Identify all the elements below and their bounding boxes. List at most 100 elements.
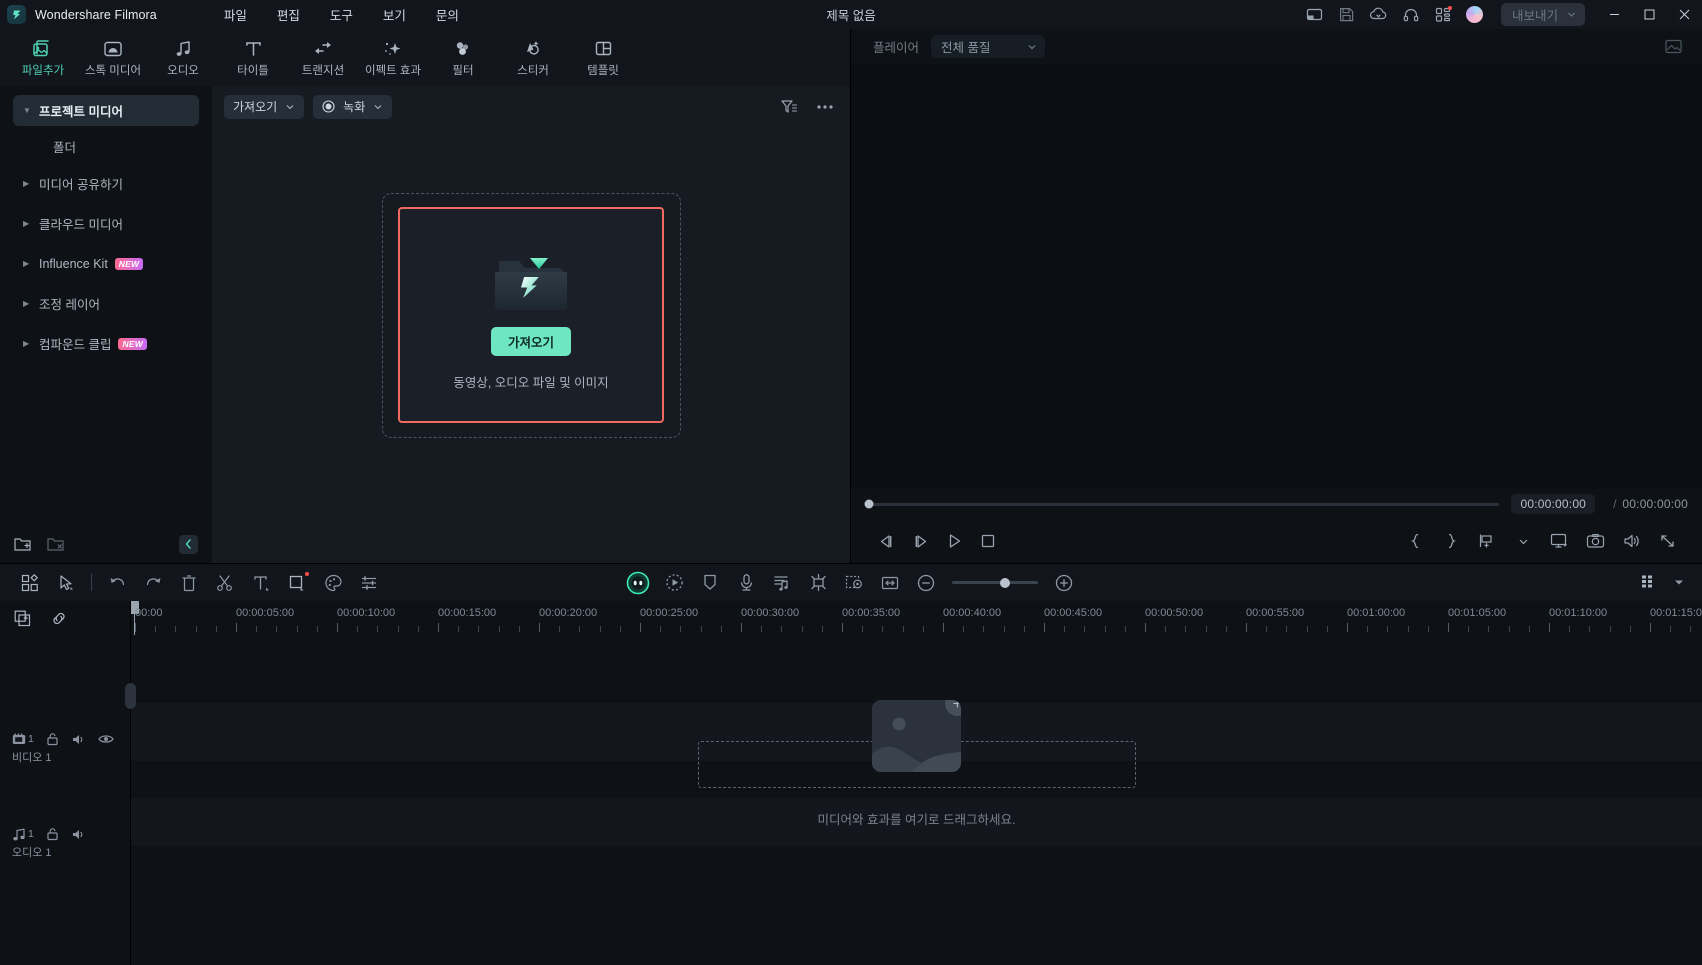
text-icon[interactable] (243, 569, 279, 597)
stop-icon[interactable] (971, 526, 1005, 556)
ruler-tick (1246, 623, 1247, 632)
track-header-audio-1[interactable]: 1 오디오 1 (0, 827, 130, 860)
sidebar-item-adjustment-layer[interactable]: ▶ 조정 레이어 (13, 288, 199, 319)
nav-item-templates[interactable]: 템플릿 (568, 31, 638, 85)
menu-file[interactable]: 파일 (209, 1, 262, 28)
next-frame-icon[interactable] (903, 526, 937, 556)
nav-item-titles[interactable]: 타이틀 (218, 31, 288, 85)
mute-icon[interactable] (71, 733, 86, 746)
audio-beat-icon[interactable] (764, 569, 800, 597)
apps-grid-icon[interactable] (12, 569, 48, 597)
cloud-download-icon[interactable] (1363, 0, 1395, 29)
marker-flag-icon[interactable] (692, 569, 728, 597)
import-button[interactable]: 가져오기 (490, 327, 571, 356)
ruler-tick (1549, 623, 1550, 632)
select-cursor-icon[interactable] (48, 569, 84, 597)
snapshot-camera-icon[interactable] (1578, 526, 1612, 556)
save-icon[interactable] (1331, 0, 1363, 29)
panel-snapshot-icon[interactable] (1665, 39, 1682, 54)
play-icon[interactable] (937, 526, 971, 556)
eye-icon[interactable] (98, 733, 114, 745)
zoom-in-icon[interactable] (1046, 569, 1082, 597)
delete-folder-icon[interactable] (47, 537, 64, 552)
minimize-icon[interactable] (1597, 0, 1632, 29)
collapse-panel-icon[interactable] (179, 534, 198, 554)
track-view-icon[interactable] (1630, 569, 1666, 597)
media-dropzone[interactable]: 가져오기 동영상, 오디오 파일 및 이미지 (398, 207, 664, 423)
menu-contact[interactable]: 문의 (421, 1, 474, 28)
display-mode-icon[interactable] (1542, 526, 1576, 556)
menu-view[interactable]: 보기 (368, 1, 421, 28)
avatar[interactable] (1459, 0, 1491, 29)
keyframe-icon[interactable] (800, 569, 836, 597)
nav-item-audio[interactable]: 오디오 (148, 31, 218, 85)
menu-edit[interactable]: 편집 (262, 1, 315, 28)
motion-tracking-icon[interactable] (656, 569, 692, 597)
headset-icon[interactable] (1395, 0, 1427, 29)
export-button[interactable]: 내보내기 (1500, 3, 1585, 26)
record-dropdown[interactable]: 녹화 (313, 94, 393, 119)
maximize-icon[interactable] (1632, 0, 1667, 29)
adjust-sliders-icon[interactable] (351, 569, 387, 597)
volume-icon[interactable] (1614, 526, 1648, 556)
sidebar-item-folder[interactable]: 폴더 (13, 132, 199, 160)
import-dropdown[interactable]: 가져오기 (224, 94, 305, 119)
mark-in-icon[interactable] (1398, 526, 1432, 556)
lock-icon[interactable] (46, 827, 59, 841)
fit-timeline-icon[interactable] (872, 569, 908, 597)
lock-icon[interactable] (46, 732, 59, 746)
sidebar-item-compound-clip[interactable]: ▶ 컴파운드 클립 NEW (13, 328, 199, 359)
sidebar-item-project-media[interactable]: ▼ 프로젝트 미디어 (13, 95, 199, 126)
menu-tools[interactable]: 도구 (315, 1, 368, 28)
filter-sort-icon[interactable] (778, 96, 800, 118)
chevron-down-icon[interactable] (1506, 526, 1540, 556)
current-timecode[interactable]: 00:00:00:00 (1511, 494, 1596, 514)
microphone-icon[interactable] (728, 569, 764, 597)
timeline-dropzone-rect[interactable]: + (697, 700, 1136, 788)
nav-item-filters[interactable]: 필터 (428, 31, 498, 85)
zoom-out-icon[interactable] (908, 569, 944, 597)
cut-scissors-icon[interactable] (207, 569, 243, 597)
sidebar-item-share-media[interactable]: ▶ 미디어 공유하기 (13, 168, 199, 199)
quality-dropdown[interactable]: 전체 품질 (931, 35, 1045, 58)
more-options-icon[interactable] (814, 96, 836, 118)
sidebar-item-influence-kit[interactable]: ▶ Influence Kit NEW (13, 248, 199, 279)
color-palette-icon[interactable] (315, 569, 351, 597)
app-name: Wondershare Filmora (35, 7, 157, 22)
scrub-handle[interactable] (864, 499, 874, 509)
mark-out-icon[interactable] (1434, 526, 1468, 556)
zoom-slider-handle[interactable] (1000, 577, 1011, 588)
nav-item-media[interactable]: 파일추가 (8, 31, 78, 85)
layout-icon[interactable] (1299, 0, 1331, 29)
sidebar-item-cloud-media[interactable]: ▶ 클라우드 미디어 (13, 208, 199, 239)
nav-item-stock-media[interactable]: 스톡 미디어 (78, 31, 148, 85)
close-icon[interactable] (1667, 0, 1702, 29)
track-view-caret-icon[interactable] (1668, 569, 1690, 597)
media-dropzone-outer[interactable]: 가져오기 동영상, 오디오 파일 및 이미지 (381, 192, 681, 438)
nav-item-effects[interactable]: 이펙트 효과 (358, 31, 428, 85)
fullscreen-icon[interactable] (1650, 526, 1684, 556)
timeline-tracks[interactable]: + 미디어와 효과를 여기로 드래그하세요. (125, 635, 1702, 965)
timeline-zoom-slider[interactable] (952, 577, 1038, 588)
nav-item-stickers[interactable]: 스티커 (498, 31, 568, 85)
redo-icon[interactable] (135, 569, 171, 597)
new-folder-icon[interactable] (14, 537, 31, 552)
preview-stage[interactable] (851, 64, 1702, 489)
track-header-video-1[interactable]: 1 비디오 1 (0, 732, 130, 765)
undo-icon[interactable] (99, 569, 135, 597)
crop-icon[interactable] (279, 569, 315, 597)
nav-item-transitions[interactable]: 트랜지션 (288, 31, 358, 85)
ai-smart-icon[interactable] (620, 569, 656, 597)
timeline-dropzone[interactable]: + 미디어와 효과를 여기로 드래그하세요. (131, 700, 1702, 828)
add-track-icon[interactable] (14, 610, 31, 627)
timeline-ruler[interactable]: 00:00 00:00:05:00 00:00:10:00 00:00:15:00 00… (131, 601, 1702, 635)
green-screen-icon[interactable] (836, 569, 872, 597)
prev-frame-icon[interactable] (869, 526, 903, 556)
link-toggle-icon[interactable] (50, 610, 68, 627)
mute-icon[interactable] (71, 828, 86, 841)
delete-icon[interactable] (171, 569, 207, 597)
add-marker-icon[interactable] (1470, 526, 1504, 556)
apps-grid-icon[interactable] (1427, 0, 1459, 29)
scrub-bar[interactable] (864, 499, 1500, 509)
timeline-scroll-nub[interactable] (125, 683, 136, 709)
